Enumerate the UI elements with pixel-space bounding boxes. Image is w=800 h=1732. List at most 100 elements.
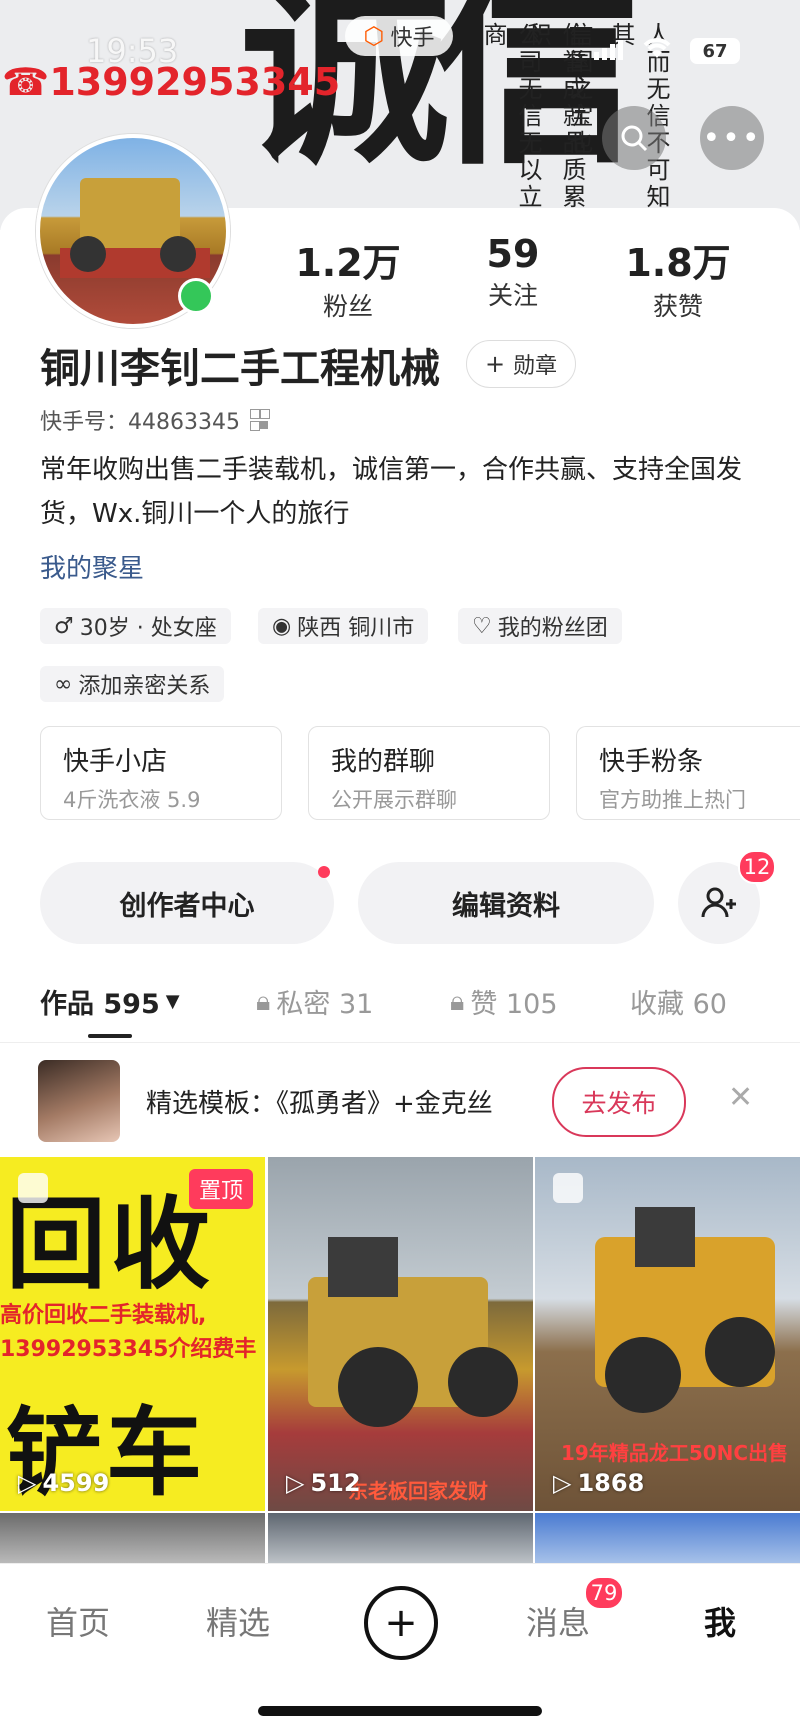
kuaishou-logo: ⬡ 快手 [345,16,453,56]
service-promote[interactable]: 快手粉条 官方助推上热门 [576,726,800,820]
service-subtitle: 4斤洗衣液 5.9 [63,788,201,812]
video-cover-line: 高价回收二手装载机, [0,1303,207,1328]
tab-favorites[interactable]: 收藏 60 [630,982,727,1021]
creator-center-button[interactable]: 创作者中心 [40,862,334,944]
search-button[interactable] [602,106,666,170]
play-icon: ▷ [553,1469,572,1497]
play-count-value: 1868 [577,1469,645,1497]
battery-indicator: 67 [690,38,740,64]
play-count: ▷ 4599 [18,1469,109,1497]
stat-label: 粉丝 [322,292,373,321]
template-thumbnail[interactable] [38,1060,120,1142]
stat-following[interactable]: 59 关注 [433,232,593,312]
play-count-value: 512 [310,1469,361,1497]
heart-icon: ♡ [472,613,492,639]
medal-button[interactable]: + 勋章 [466,340,577,388]
play-icon: ▷ [286,1469,305,1497]
tab-label: 私密 31 [276,989,374,1020]
publish-button[interactable]: 去发布 [552,1067,686,1137]
video-caption: 东老板回家发财 [348,1479,488,1503]
service-group-chat[interactable]: 我的群聊 公开展示群聊 [308,726,550,820]
plus-icon: + [485,350,506,378]
tag-label: 添加亲密关系 [78,674,211,699]
image-post-icon [18,1173,48,1203]
tag-location[interactable]: ◉ 陕西 铜川市 [258,608,429,644]
banner-verse: 公司无信无以立商 [479,22,542,211]
tag-age[interactable]: ♂ 30岁 · 处女座 [40,608,231,644]
stat-number: 59 [486,232,540,276]
tab-works[interactable]: 作品 595 ▼ [40,982,180,1021]
edit-profile-label: 编辑资料 [452,890,560,922]
tag-fan-club[interactable]: ♡ 我的粉丝团 [458,608,622,644]
tag-add-relationship[interactable]: ∞ 添加亲密关系 [40,666,225,702]
link-heart-icon: ∞ [54,671,73,697]
jux-link[interactable]: 我的聚星 [40,548,144,585]
wifi-icon [640,34,674,64]
publish-label: 去发布 [581,1089,657,1118]
video-caption: 19年精品龙工50NC出售 [561,1441,789,1465]
tag-label: 陕西 铜川市 [297,616,415,641]
stat-likes[interactable]: 1.8万 获赞 [598,232,758,323]
service-title: 快手小店 [63,747,168,777]
nav-messages[interactable]: 消息 [526,1598,590,1644]
tab-private[interactable]: 🔒︎ 私密 31 [256,982,373,1021]
add-friend-icon [701,887,736,918]
home-indicator [258,1706,542,1716]
image-post-icon [553,1173,583,1203]
service-title: 我的群聊 [331,747,436,777]
stat-number: 1.2万 [295,241,401,285]
tab-active-indicator [88,1034,132,1038]
tag-label: 30岁 · 处女座 [79,616,217,641]
more-icon: ••• [702,120,762,156]
play-count: ▷ 512 [286,1469,361,1497]
male-icon: ♂ [54,613,74,639]
create-post-button[interactable]: + [364,1586,438,1660]
video-tile[interactable]: 东老板回家发财 ▷ 512 [268,1157,533,1511]
stat-followers[interactable]: 1.2万 粉丝 [268,232,428,323]
video-cover-line: 13992953345介绍费丰 [0,1337,257,1362]
user-id-text: 快手号：44863345 [40,410,240,435]
tag-label: 我的粉丝团 [497,616,608,641]
qr-code-icon [249,409,270,431]
nav-featured[interactable]: 精选 [206,1598,270,1644]
tab-label: 收藏 60 [630,989,727,1020]
lock-icon: 🔒︎ [256,985,271,1017]
divider [0,1042,800,1043]
play-count: ▷ 1868 [553,1469,644,1497]
profile-bio: 常年收购出售二手装载机，诚信第一，合作共赢、支持全国发货，Wx.铜川一个人的旅行 [40,455,743,529]
service-title: 快手粉条 [599,747,704,777]
video-tile[interactable]: 回收 高价回收二手装载机, 13992953345介绍费丰 铲车 置顶 ▷ 45… [0,1157,265,1511]
battery-level: 67 [702,40,728,62]
nav-me[interactable]: 我 [704,1598,736,1644]
search-icon [621,125,648,152]
notification-dot [318,866,330,878]
plus-icon: + [384,1600,418,1646]
app-logo-text: 快手 [390,26,435,51]
online-status-dot [178,278,214,314]
stat-label: 获赞 [652,292,703,321]
friend-request-badge: 12 [738,850,776,884]
status-time: 19:53 [86,32,179,70]
message-badge: 79 [584,1576,624,1610]
kuaishou-icon: ⬡ [363,22,385,50]
more-button[interactable]: ••• [700,106,764,170]
service-shop[interactable]: 快手小店 4斤洗衣液 5.9 [40,726,282,820]
signal-icon [594,40,623,60]
template-promo-text: 精选模板：《孤勇者》+金克丝 [146,1089,493,1119]
video-tile[interactable]: 19年精品龙工50NC出售 ▷ 1868 [535,1157,800,1511]
stat-label: 关注 [487,281,538,310]
play-icon: ▷ [18,1469,37,1497]
play-count-value: 4599 [42,1469,110,1497]
pinned-badge: 置顶 [188,1169,253,1209]
close-icon[interactable]: ✕ [728,1080,753,1115]
edit-profile-button[interactable]: 编辑资料 [358,862,654,944]
service-subtitle: 官方助推上热门 [599,788,746,812]
tab-label: 作品 595 [40,989,160,1020]
tab-liked[interactable]: 🔒︎ 赞 105 [450,982,558,1021]
lock-icon: 🔒︎ [450,985,465,1017]
location-pin-icon: ◉ [272,613,292,639]
user-id[interactable]: 快手号：44863345 [40,404,270,436]
medal-label: 勋章 [513,354,558,379]
stat-number: 1.8万 [625,241,731,285]
nav-home[interactable]: 首页 [46,1598,110,1644]
